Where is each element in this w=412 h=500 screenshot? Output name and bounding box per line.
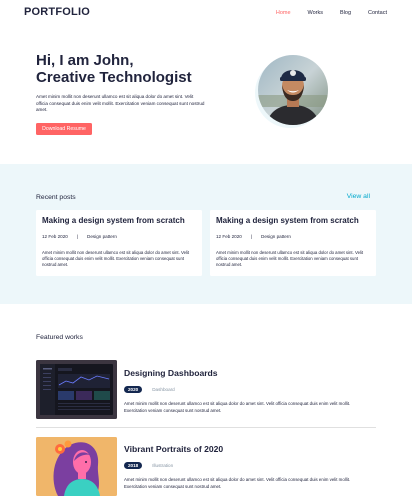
hero-title-line2: Creative Technologist — [36, 69, 192, 86]
work-year-badge: 2020 — [124, 386, 143, 393]
site-header: PORTFOLIO Home Works Blog Contact — [0, 0, 412, 28]
nav-contact[interactable]: Contact — [368, 10, 387, 16]
post-date: 12 Feb 2020 — [42, 234, 68, 239]
avatar — [258, 55, 328, 125]
post-meta-separator: | — [76, 234, 79, 239]
main-nav: Home Works Blog Contact — [259, 10, 387, 16]
post-card[interactable]: Making a design system from scratch 12 F… — [210, 210, 376, 276]
post-meta: 12 Feb 2020 | Design pattern — [216, 234, 291, 239]
nav-blog[interactable]: Blog — [340, 10, 351, 16]
post-date: 12 Feb 2020 — [216, 234, 242, 239]
hero-text: Amet minim mollit non deserunt ullamco e… — [36, 94, 205, 113]
work-title[interactable]: Vibrant Portraits of 2020 — [124, 444, 223, 454]
work-meta: 2018 Illustration — [124, 462, 173, 469]
work-category: Dashboard — [152, 387, 175, 392]
post-category: Design pattern — [261, 234, 291, 239]
work-description: Amet minim mollit non deserunt ullamco e… — [124, 401, 351, 413]
work-meta: 2020 Dashboard — [124, 386, 175, 393]
hero-title-line1: Hi, I am John, — [36, 52, 134, 69]
work-thumbnail-portrait[interactable] — [36, 437, 117, 496]
work-title[interactable]: Designing Dashboards — [124, 368, 218, 378]
hero-title: Hi, I am John, Creative Technologist — [36, 52, 236, 86]
nav-home[interactable]: Home — [276, 10, 291, 16]
post-excerpt: Amet minim mollit non deserunt ullamco e… — [42, 250, 190, 268]
site-logo[interactable]: PORTFOLIO — [24, 6, 90, 18]
post-meta: 12 Feb 2020 | Design pattern — [42, 234, 117, 239]
divider — [36, 427, 376, 428]
view-all-link[interactable]: View all — [347, 193, 370, 200]
post-category: Design pattern — [87, 234, 117, 239]
post-meta-separator: | — [250, 234, 253, 239]
work-thumbnail-dashboard[interactable] — [36, 360, 117, 419]
post-excerpt: Amet minim mollit non deserunt ullamco e… — [216, 250, 364, 268]
download-resume-button[interactable]: Download Resume — [36, 123, 92, 135]
featured-works-heading: Featured works — [36, 334, 83, 341]
work-category: Illustration — [152, 463, 174, 468]
work-description: Amet minim mollit non deserunt ullamco e… — [124, 477, 351, 489]
work-year-badge: 2018 — [124, 462, 143, 469]
recent-posts-heading: Recent posts — [36, 194, 76, 201]
post-title[interactable]: Making a design system from scratch — [42, 216, 185, 225]
post-title[interactable]: Making a design system from scratch — [216, 216, 359, 225]
post-card[interactable]: Making a design system from scratch 12 F… — [36, 210, 202, 276]
nav-works[interactable]: Works — [308, 10, 323, 16]
